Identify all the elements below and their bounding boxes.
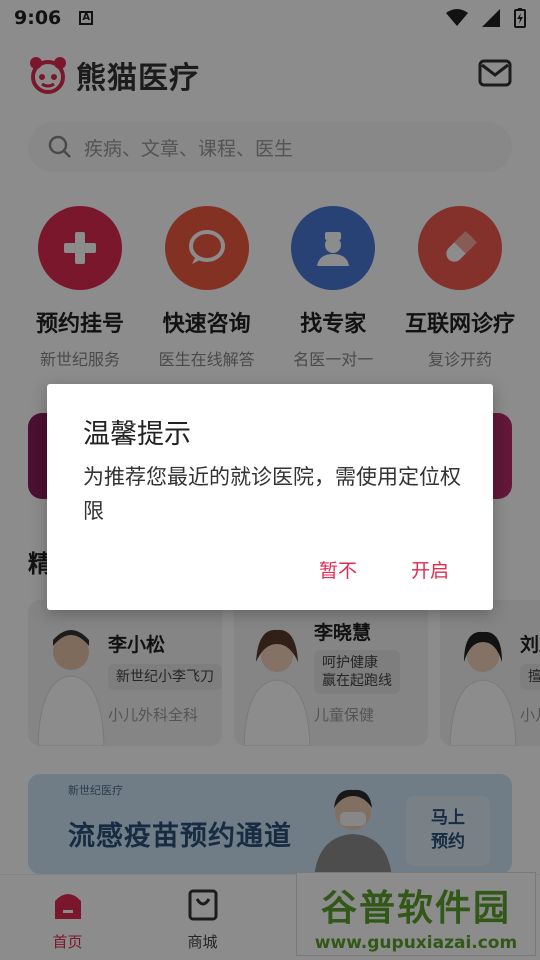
- location-permission-dialog: 温馨提示 为推荐您最近的就诊医院，需使用定位权限 暂不 开启: [47, 384, 493, 610]
- not-now-button[interactable]: 暂不: [319, 556, 357, 583]
- dialog-title: 温馨提示: [83, 419, 191, 450]
- enable-button[interactable]: 开启: [411, 556, 449, 583]
- dialog-message: 为推荐您最近的就诊医院，需使用定位权限: [83, 465, 461, 523]
